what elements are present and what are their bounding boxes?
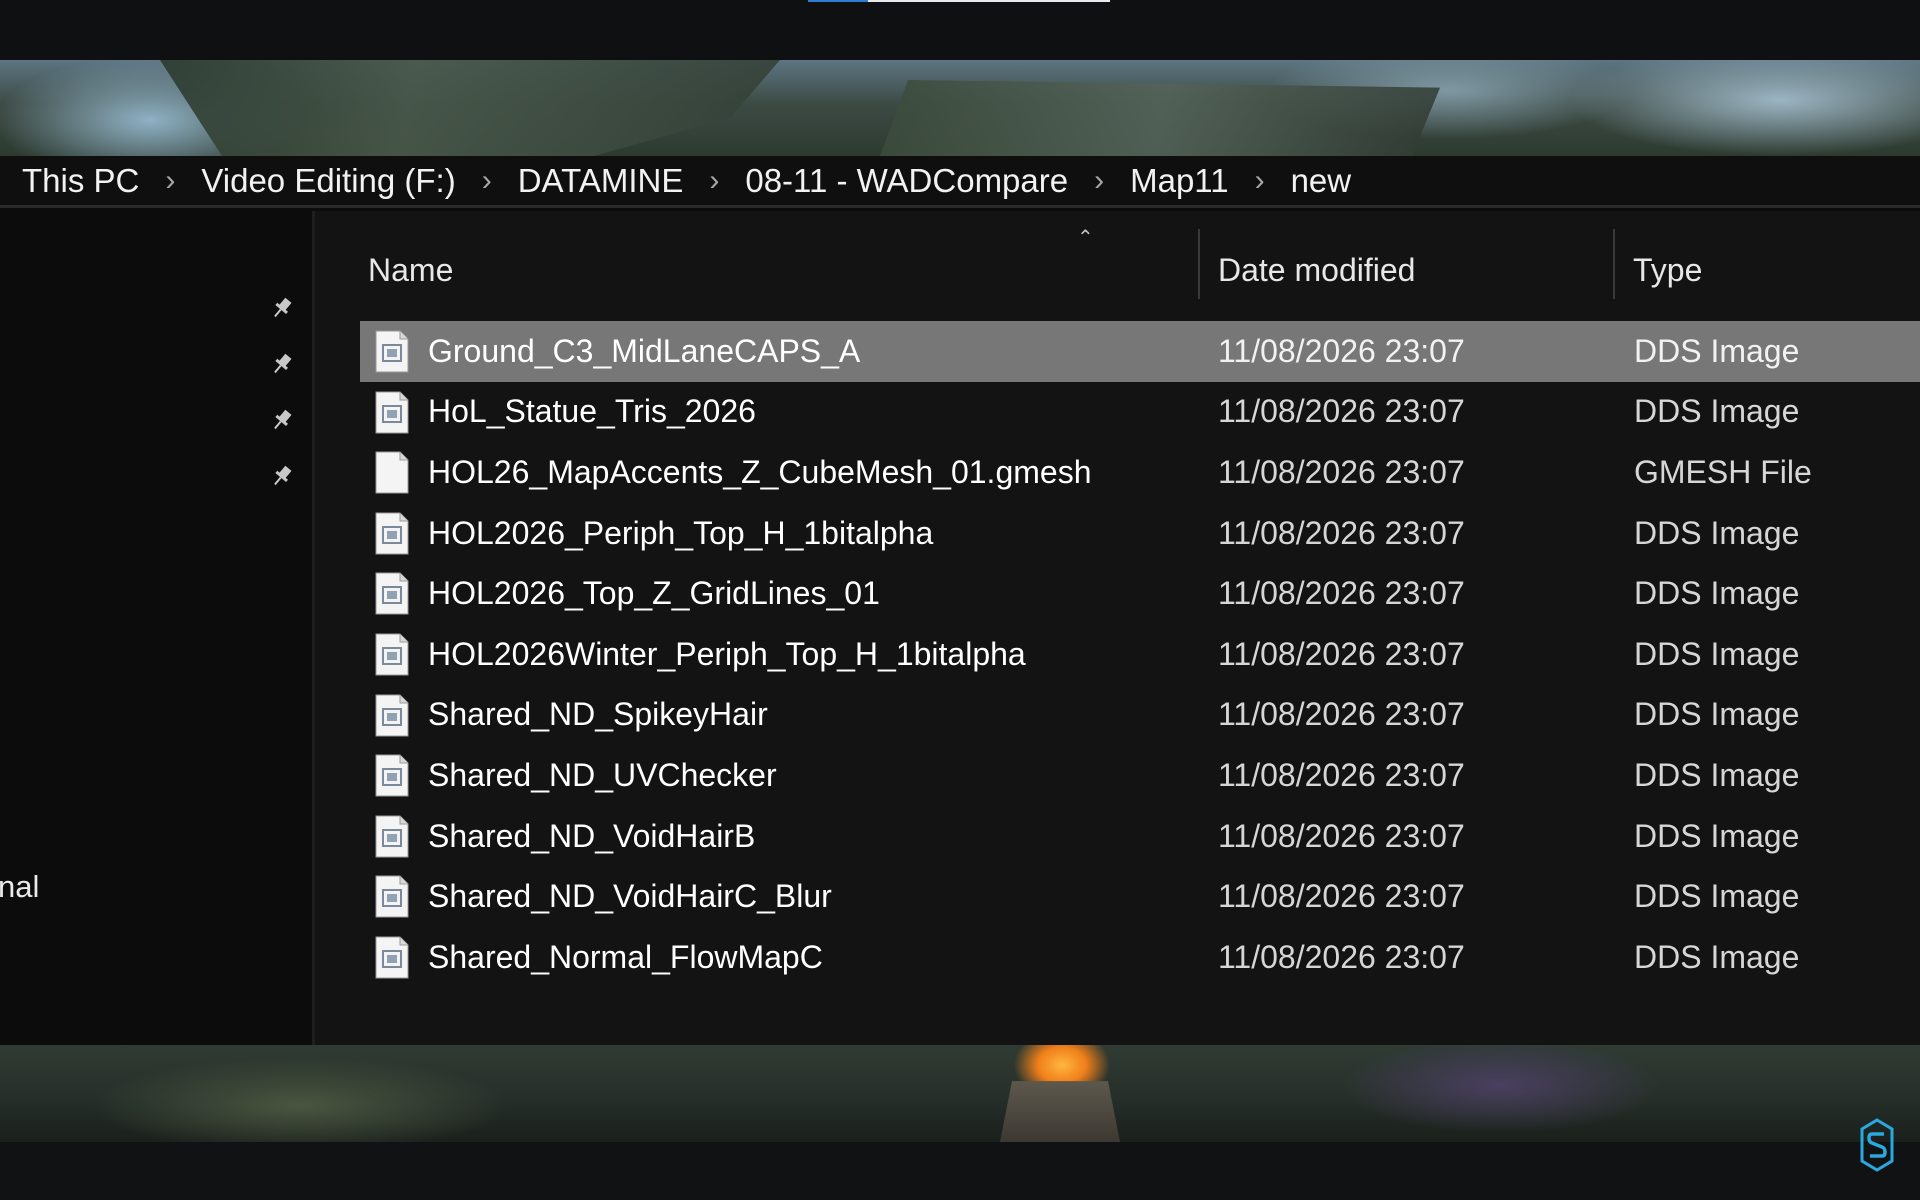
image-file-icon (375, 936, 409, 979)
file-type: DDS Image (1634, 878, 1800, 915)
breadcrumb-item[interactable]: Video Editing (F:) (201, 162, 455, 200)
file-type: DDS Image (1634, 817, 1800, 854)
sort-ascending-icon: ⌃ (1077, 227, 1094, 249)
file-type: DDS Image (1634, 575, 1800, 612)
file-date-modified: 11/08/2026 23:07 (1218, 453, 1465, 490)
top-progress-accent (808, 0, 1110, 2)
file-date-modified: 11/08/2026 23:07 (1218, 878, 1465, 915)
breadcrumb-item[interactable]: Map11 (1130, 162, 1228, 200)
background-game-art-top (0, 60, 1920, 156)
file-name: HOL26_MapAccents_Z_CubeMesh_01.gmesh (428, 453, 1092, 490)
column-header-type[interactable]: Type (1633, 241, 1702, 299)
file-date-modified: 11/08/2026 23:07 (1218, 514, 1465, 551)
file-type: DDS Image (1634, 756, 1800, 793)
file-type: DDS Image (1634, 514, 1800, 551)
chevron-right-icon[interactable]: › (709, 164, 719, 198)
column-header-date-label: Date modified (1218, 251, 1416, 288)
file-row[interactable]: Shared_ND_VoidHairB 11/08/2026 23:07 DDS I… (360, 806, 1920, 867)
pin-icon[interactable] (268, 295, 296, 323)
image-file-icon (375, 633, 409, 676)
column-header-type-label: Type (1633, 251, 1703, 288)
file-date-modified: 11/08/2026 23:07 (1218, 635, 1465, 672)
file-date-modified: 11/08/2026 23:07 (1218, 696, 1465, 733)
file-type: GMESH File (1634, 453, 1812, 490)
file-row[interactable]: Shared_ND_UVChecker 11/08/2026 23:07 DDS I… (360, 745, 1920, 806)
file-type: DDS Image (1634, 696, 1800, 733)
image-file-icon (375, 512, 409, 555)
file-date-modified: 11/08/2026 23:07 (1218, 575, 1465, 612)
file-row[interactable]: HOL2026_Periph_Top_H_1bitalpha 11/08/2026… (360, 503, 1920, 564)
breadcrumb-item[interactable]: new (1291, 162, 1352, 200)
file-date-modified: 11/08/2026 23:07 (1218, 938, 1465, 975)
file-date-modified: 11/08/2026 23:07 (1218, 393, 1465, 430)
nav-item-partial-label[interactable]: nal (0, 869, 39, 905)
file-date-modified: 11/08/2026 23:07 (1218, 332, 1465, 369)
column-header-date-modified[interactable]: Date modified (1218, 241, 1415, 299)
file-row[interactable]: HOL2026Winter_Periph_Top_H_1bitalpha 11/0… (360, 624, 1920, 685)
breadcrumb-item[interactable]: This PC (22, 162, 139, 200)
image-file-icon (375, 391, 409, 434)
file-name: Shared_Normal_FlowMapC (428, 938, 823, 975)
chevron-right-icon[interactable]: › (1255, 164, 1265, 198)
file-row[interactable]: Shared_ND_SpikeyHair 11/08/2026 23:07 DDS … (360, 685, 1920, 746)
file-type: DDS Image (1634, 635, 1800, 672)
file-name: Shared_ND_VoidHairB (428, 817, 756, 854)
file-row[interactable]: HOL26_MapAccents_Z_CubeMesh_01.gmesh 11/0… (360, 442, 1920, 503)
file-name: Shared_ND_SpikeyHair (428, 696, 768, 733)
file-row[interactable]: Shared_ND_VoidHairC_Blur 11/08/2026 23:07… (360, 866, 1920, 927)
pin-icon[interactable] (268, 407, 296, 435)
file-date-modified: 11/08/2026 23:07 (1218, 817, 1465, 854)
file-name: HOL2026_Top_Z_GridLines_01 (428, 575, 880, 612)
breadcrumb-item[interactable]: 08-11 - WADCompare (745, 162, 1068, 200)
file-name: Ground_C3_MidLaneCAPS_A (428, 332, 861, 369)
file-name: HOL2026Winter_Periph_Top_H_1bitalpha (428, 635, 1026, 672)
chevron-right-icon[interactable]: › (1094, 164, 1104, 198)
top-black-strip (0, 0, 1920, 60)
file-name: HOL2026_Periph_Top_H_1bitalpha (428, 514, 934, 551)
column-header-name[interactable]: Name (368, 241, 453, 299)
address-breadcrumb[interactable]: This PC › Video Editing (F:) › DATAMINE › 08-1… (0, 156, 1920, 208)
pin-icon[interactable] (268, 351, 296, 379)
image-file-icon (375, 875, 409, 918)
image-file-icon (375, 754, 409, 797)
image-file-icon (375, 815, 409, 858)
file-date-modified: 11/08/2026 23:07 (1218, 756, 1465, 793)
file-type: DDS Image (1634, 393, 1800, 430)
file-name: HoL_Statue_Tris_2026 (428, 393, 756, 430)
file-list-pane[interactable]: ⌃ Name Date modified Type Ground_C3_MidL… (315, 211, 1920, 1045)
chevron-right-icon[interactable]: › (165, 164, 175, 198)
bottom-black-strip (0, 1142, 1920, 1200)
column-divider[interactable] (1198, 229, 1200, 299)
file-name: Shared_ND_UVChecker (428, 756, 777, 793)
file-row[interactable]: Ground_C3_MidLaneCAPS_A 11/08/2026 23:07 D… (360, 321, 1920, 382)
file-row[interactable]: Shared_Normal_FlowMapC 11/08/2026 23:07 DD… (360, 927, 1920, 988)
file-rows: Ground_C3_MidLaneCAPS_A 11/08/2026 23:07 D… (360, 321, 1920, 988)
file-name: Shared_ND_VoidHairC_Blur (428, 878, 832, 915)
pin-icon[interactable] (268, 463, 296, 491)
image-file-icon (375, 330, 409, 373)
image-file-icon (375, 572, 409, 615)
file-row[interactable]: HoL_Statue_Tris_2026 11/08/2026 23:07 DDS … (360, 382, 1920, 443)
blank-file-icon (375, 451, 409, 494)
image-file-icon (375, 694, 409, 737)
column-header-name-label: Name (368, 251, 454, 288)
column-divider[interactable] (1613, 229, 1615, 299)
breadcrumb-item[interactable]: DATAMINE (518, 162, 684, 200)
navigation-pane[interactable]: nal (0, 211, 315, 1045)
file-row[interactable]: HOL2026_Top_Z_GridLines_01 11/08/2026 23:… (360, 563, 1920, 624)
background-game-art-bottom (0, 1045, 1920, 1142)
chevron-right-icon[interactable]: › (482, 164, 492, 198)
file-type: DDS Image (1634, 332, 1800, 369)
file-type: DDS Image (1634, 938, 1800, 975)
channel-logo-icon (1860, 1118, 1894, 1172)
